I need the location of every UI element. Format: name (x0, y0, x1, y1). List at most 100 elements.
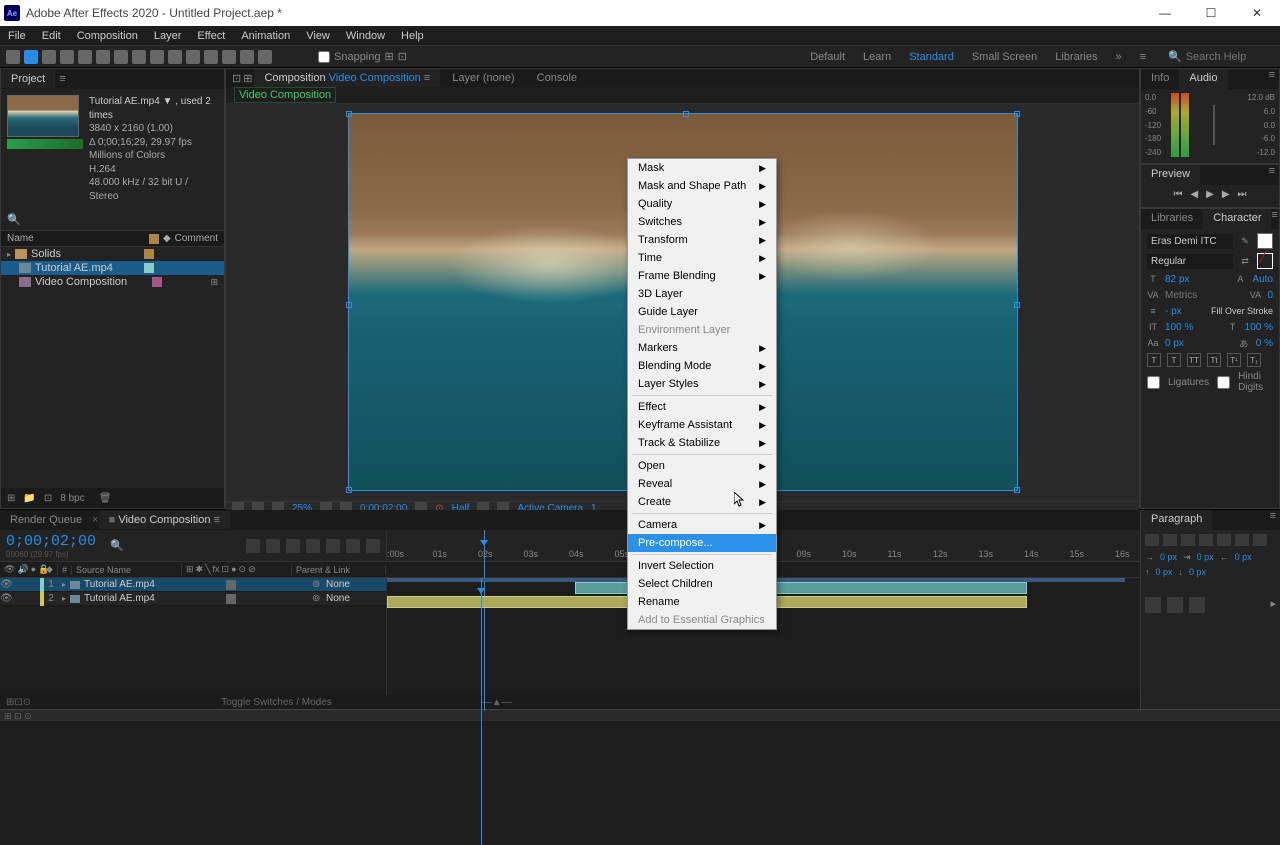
justify-right-icon[interactable] (1235, 534, 1249, 546)
indent-first-value[interactable]: 0 px (1197, 552, 1214, 563)
workspace-libraries[interactable]: Libraries (1055, 51, 1097, 63)
menu-layer[interactable]: Layer (146, 28, 190, 44)
context-menu-item[interactable]: Rename (628, 593, 776, 611)
font-size-value[interactable]: 82 px (1165, 274, 1189, 285)
all-caps-icon[interactable]: TT (1187, 353, 1201, 367)
eyedropper-icon[interactable]: ✎ (1239, 235, 1251, 247)
context-menu-item[interactable]: Create▶ (628, 493, 776, 511)
workspace-standard[interactable]: Standard (909, 51, 954, 63)
motion-blur-icon[interactable]: ⊙ (23, 697, 31, 708)
selection-tool-icon[interactable] (24, 50, 38, 64)
timecode-display[interactable]: 0;00;02;00 (6, 533, 96, 550)
context-menu-item[interactable]: Keyframe Assistant▶ (628, 416, 776, 434)
space-after-value[interactable]: 0 px (1189, 567, 1206, 577)
selection-handle[interactable] (1014, 302, 1020, 308)
context-menu-item[interactable]: Frame Blending▶ (628, 267, 776, 285)
rotate-tool-icon[interactable] (96, 50, 110, 64)
first-frame-icon[interactable]: ⏮ (1173, 189, 1182, 200)
libraries-tab[interactable]: Libraries (1141, 209, 1203, 229)
level-slider[interactable] (1213, 105, 1215, 145)
align-center-icon[interactable] (1163, 534, 1177, 546)
shy-switch[interactable] (202, 580, 212, 590)
zoom-tool-icon[interactable] (60, 50, 74, 64)
paragraph-tab[interactable]: Paragraph (1141, 510, 1212, 530)
menu-file[interactable]: File (0, 28, 34, 44)
align-left-icon[interactable] (1145, 534, 1159, 546)
workspace-learn[interactable]: Learn (863, 51, 891, 63)
clone-tool-icon[interactable] (204, 50, 218, 64)
kerning-value[interactable]: Metrics (1165, 290, 1197, 301)
eraser-tool-icon[interactable] (222, 50, 236, 64)
source-name-column-header[interactable]: Source Name (72, 565, 182, 575)
render-queue-tab[interactable]: Render Queue (0, 511, 92, 529)
last-frame-icon[interactable]: ⏭ (1238, 189, 1247, 200)
pen-tool-icon[interactable] (150, 50, 164, 64)
collapse-switch[interactable] (214, 594, 224, 604)
panel-menu-icon[interactable]: ≡ (1269, 69, 1279, 89)
context-menu-item[interactable]: Pre-compose... (628, 534, 776, 552)
puppet-tool-icon[interactable] (258, 50, 272, 64)
context-menu-item[interactable]: Switches▶ (628, 213, 776, 231)
menu-view[interactable]: View (298, 28, 338, 44)
align-right-icon[interactable] (1181, 534, 1195, 546)
font-style-select[interactable]: Regular (1147, 254, 1233, 269)
zoom-slider[interactable]: —▲— (482, 697, 512, 708)
motion-blur-icon[interactable] (306, 539, 320, 553)
context-menu-item[interactable]: Markers▶ (628, 339, 776, 357)
context-menu-item[interactable]: Guide Layer (628, 303, 776, 321)
baseline-value[interactable]: 0 px (1165, 338, 1184, 349)
close-button[interactable]: ✕ (1234, 0, 1280, 26)
tsume-value[interactable]: 0 % (1256, 338, 1273, 349)
parent-select[interactable]: None (324, 579, 386, 590)
context-menu-item[interactable]: 3D Layer (628, 285, 776, 303)
selection-handle[interactable] (346, 111, 352, 117)
selection-handle[interactable] (346, 487, 352, 493)
column-name-header[interactable]: Name (7, 233, 149, 244)
toggle-switches-modes[interactable]: Toggle Switches / Modes (221, 697, 332, 708)
flowchart-comp-name[interactable]: Video Composition (234, 87, 336, 103)
stroke-width-value[interactable]: - px (1165, 306, 1182, 317)
menu-animation[interactable]: Animation (233, 28, 298, 44)
swap-colors-icon[interactable]: ⇄ (1239, 255, 1251, 267)
workspace-default[interactable]: Default (810, 51, 845, 63)
menu-effect[interactable]: Effect (189, 28, 233, 44)
composition-tab[interactable]: Composition Video Composition ≡ (254, 69, 440, 87)
selection-handle[interactable] (1014, 111, 1020, 117)
layer-name[interactable]: ▸ Tutorial AE.mp4 (58, 579, 202, 590)
space-before-value[interactable]: 0 px (1156, 567, 1173, 577)
menu-help[interactable]: Help (393, 28, 432, 44)
context-menu-item[interactable]: Mask▶ (628, 159, 776, 177)
column-comment-header[interactable]: Comment (175, 233, 218, 244)
selection-handle[interactable] (346, 302, 352, 308)
orbit-tool-icon[interactable] (78, 50, 92, 64)
justify-all-icon[interactable] (1253, 534, 1267, 546)
character-tab[interactable]: Character (1203, 209, 1271, 229)
selection-handle[interactable] (683, 111, 689, 117)
interpret-footage-icon[interactable]: ⊞ (7, 493, 15, 504)
context-menu-item[interactable]: Transform▶ (628, 231, 776, 249)
justify-center-icon[interactable] (1217, 534, 1231, 546)
bpc-label[interactable]: 8 bpc (60, 493, 84, 504)
para-tool-icon[interactable] (1189, 597, 1205, 613)
context-menu-item[interactable]: Reveal▶ (628, 475, 776, 493)
project-tab[interactable]: Project (1, 70, 55, 88)
context-menu-item[interactable]: Track & Stabilize▶ (628, 434, 776, 452)
expand-props-icon[interactable]: ⊞ (6, 697, 14, 708)
project-row-solids[interactable]: ▸ Solids (1, 247, 224, 261)
layer-row-2[interactable]: 👁 2 ▸ Tutorial AE.mp4 (0, 592, 386, 606)
context-menu-item[interactable]: Camera▶ (628, 516, 776, 534)
quality-switch[interactable] (226, 580, 236, 590)
console-tab[interactable]: Console (527, 69, 587, 87)
fx-switch[interactable] (238, 594, 248, 604)
context-menu-item[interactable]: Mask and Shape Path▶ (628, 177, 776, 195)
ligatures-checkbox[interactable] (1147, 376, 1160, 389)
indent-left-value[interactable]: 0 px (1160, 552, 1177, 563)
timeline-search-icon[interactable]: 🔍 (110, 539, 124, 552)
text-tool-icon[interactable] (168, 50, 182, 64)
frame-blend-icon[interactable]: ⊡ (14, 697, 22, 708)
menu-composition[interactable]: Composition (69, 28, 146, 44)
menu-window[interactable]: Window (338, 28, 393, 44)
context-menu-item[interactable]: Open▶ (628, 457, 776, 475)
maximize-button[interactable]: ☐ (1188, 0, 1234, 26)
indent-right-value[interactable]: 0 px (1235, 552, 1252, 563)
